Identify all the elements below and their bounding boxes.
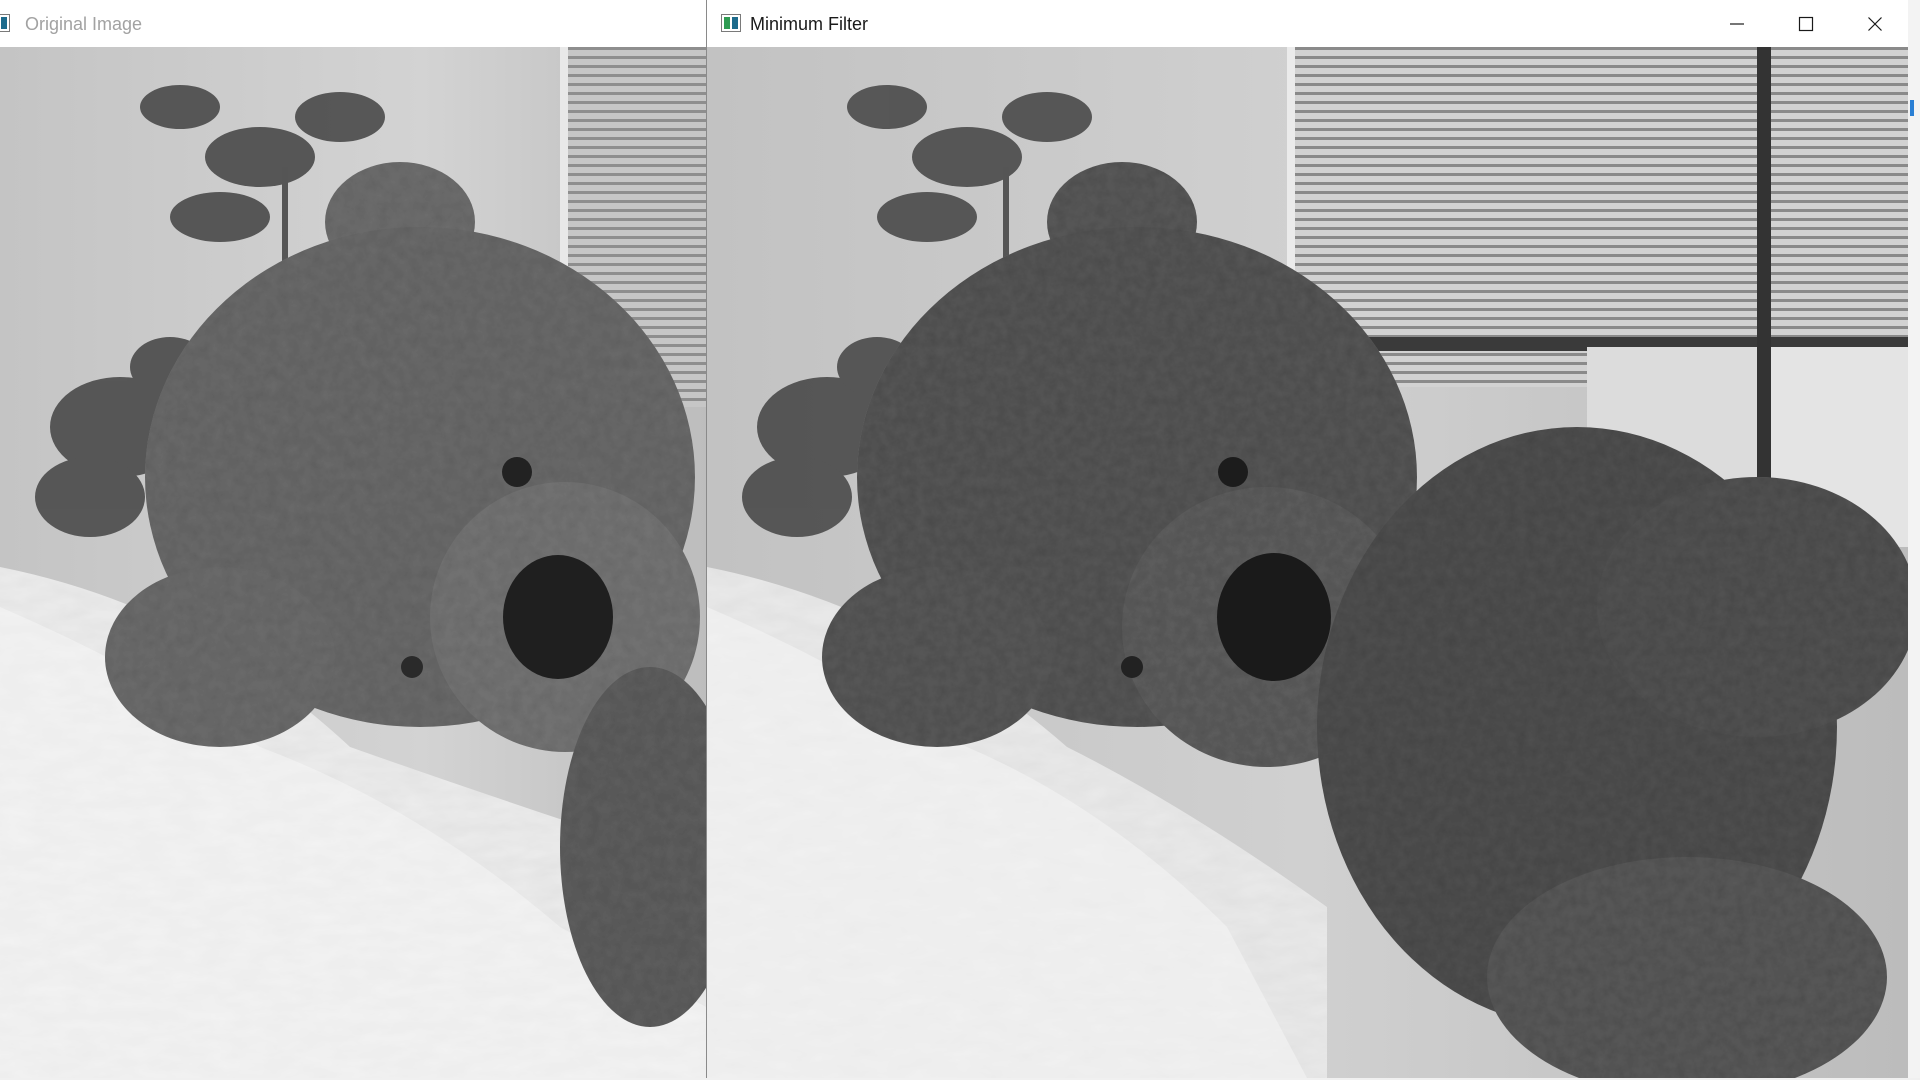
desktop-edge-indicator bbox=[1910, 100, 1914, 116]
minimum-filter-titlebar[interactable]: Minimum Filter bbox=[707, 0, 1909, 48]
original-image-canvas bbox=[0, 47, 706, 1078]
image-window-icon bbox=[721, 14, 741, 32]
window-title: Original Image bbox=[25, 14, 143, 34]
original-image-titlebar[interactable]: Original Image bbox=[0, 0, 706, 48]
maximize-icon bbox=[1798, 16, 1813, 31]
image-window-icon bbox=[0, 14, 10, 32]
window-title: Minimum Filter bbox=[750, 14, 869, 34]
minimum-filter-window[interactable]: Minimum Filter bbox=[706, 0, 1909, 1078]
original-image-window[interactable]: Original Image bbox=[0, 0, 706, 1078]
desktop-background-strip bbox=[1908, 0, 1920, 1080]
minimum-filter-canvas bbox=[707, 47, 1909, 1078]
close-button[interactable] bbox=[1840, 0, 1909, 47]
maximize-button[interactable] bbox=[1771, 0, 1840, 47]
close-icon bbox=[1867, 16, 1882, 31]
minimize-icon bbox=[1729, 22, 1744, 25]
minimize-button[interactable] bbox=[1702, 0, 1771, 47]
